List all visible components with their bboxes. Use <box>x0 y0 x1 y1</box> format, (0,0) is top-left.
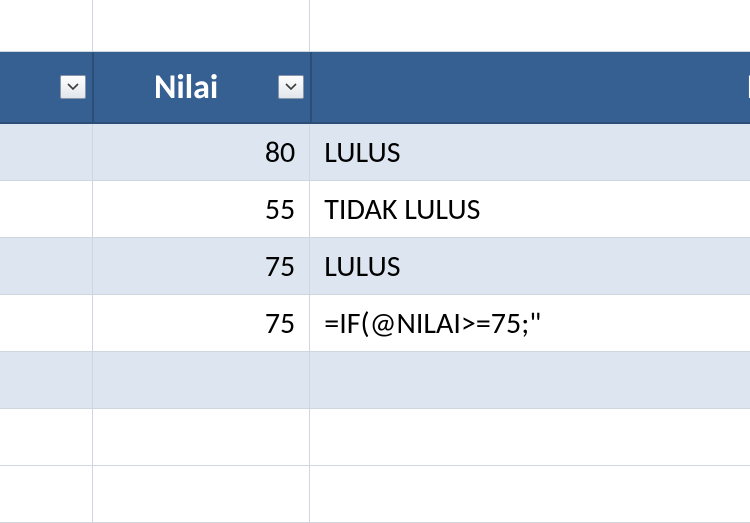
data-cell-nilai[interactable]: 80 <box>93 124 310 181</box>
data-cell-nilai[interactable]: 55 <box>93 181 310 238</box>
blank-cell[interactable] <box>93 0 310 52</box>
chevron-down-icon <box>285 83 297 91</box>
blank-cell[interactable] <box>0 466 93 523</box>
data-cell-ket[interactable]: LULUS <box>310 124 750 181</box>
chevron-down-icon <box>67 83 79 91</box>
cell-value: 75 <box>265 248 295 285</box>
data-cell[interactable] <box>0 238 93 295</box>
data-cell[interactable] <box>0 181 93 238</box>
data-cell[interactable] <box>310 352 750 409</box>
header-cell-nilai[interactable]: Nilai <box>94 52 312 124</box>
data-cell[interactable] <box>0 295 93 352</box>
table-row: 55 TIDAK LULUS <box>0 181 750 238</box>
cell-value: LULUS <box>324 134 400 171</box>
cell-value: 80 <box>265 134 295 171</box>
data-cell-nilai[interactable]: 75 <box>93 295 310 352</box>
spreadsheet-table: Nilai Ket 80 LULUS 55 TIDAK LULUS 75 LUL… <box>0 0 750 523</box>
spacer-row <box>0 0 750 52</box>
header-label: Nilai <box>154 67 218 108</box>
data-cell[interactable] <box>0 352 93 409</box>
table-row: 75 =IF(@NILAI>=75;" <box>0 295 750 352</box>
header-cell-ket[interactable]: Ket <box>312 52 750 124</box>
table-row: 75 LULUS <box>0 238 750 295</box>
blank-cell[interactable] <box>0 409 93 466</box>
blank-cell[interactable] <box>93 466 310 523</box>
blank-cell[interactable] <box>310 0 750 52</box>
blank-row <box>0 466 750 523</box>
blank-cell[interactable] <box>310 409 750 466</box>
data-cell-ket[interactable]: =IF(@NILAI>=75;" <box>310 295 750 352</box>
filter-dropdown-button[interactable] <box>60 75 86 99</box>
data-cell-ket[interactable]: LULUS <box>310 238 750 295</box>
table-row: 80 LULUS <box>0 124 750 181</box>
cell-value: TIDAK LULUS <box>324 191 480 228</box>
filter-dropdown-button[interactable] <box>278 75 304 99</box>
table-row <box>0 352 750 409</box>
blank-cell[interactable] <box>93 409 310 466</box>
header-cell-a[interactable] <box>0 52 94 124</box>
cell-value: 75 <box>265 305 295 342</box>
data-cell[interactable] <box>93 352 310 409</box>
header-row: Nilai Ket <box>0 52 750 124</box>
blank-cell[interactable] <box>310 466 750 523</box>
blank-row <box>0 409 750 466</box>
cell-value: 55 <box>265 191 295 228</box>
blank-cell[interactable] <box>0 0 93 52</box>
cell-value: LULUS <box>324 248 400 285</box>
cell-value: =IF(@NILAI>=75;" <box>324 305 541 342</box>
data-cell[interactable] <box>0 124 93 181</box>
data-cell-nilai[interactable]: 75 <box>93 238 310 295</box>
data-cell-ket[interactable]: TIDAK LULUS <box>310 181 750 238</box>
